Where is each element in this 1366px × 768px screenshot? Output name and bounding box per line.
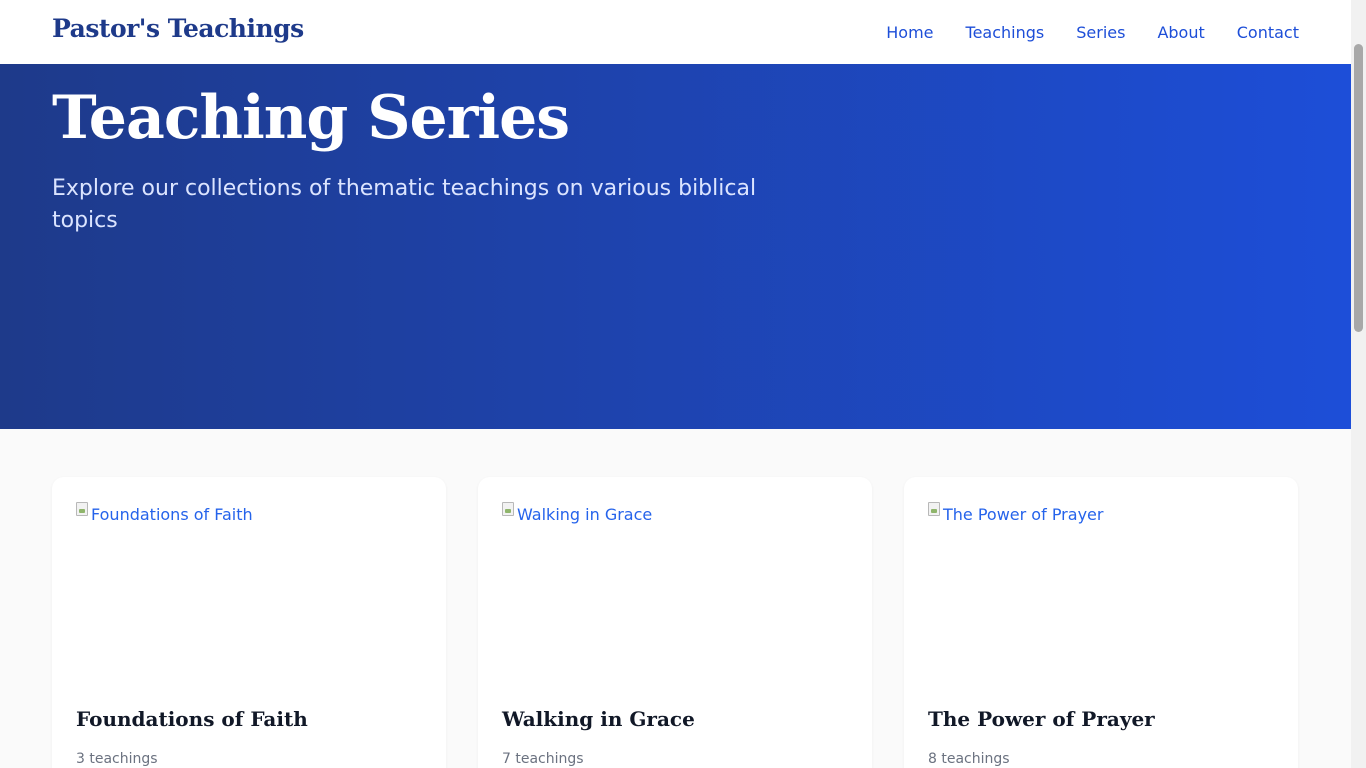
image-alt-text: Foundations of Faith [91,505,253,524]
nav-teachings-link[interactable]: Teachings [966,23,1045,42]
series-card-the-power-of-prayer[interactable]: The Power of Prayer The Power of Prayer … [904,477,1298,768]
scrollbar-thumb[interactable] [1354,44,1363,332]
broken-image-icon [76,502,88,516]
page-subtitle: Explore our collections of thematic teac… [52,176,757,233]
teaching-count: 3 teachings [76,751,158,767]
series-image[interactable]: The Power of Prayer [928,501,1274,681]
nav-series-link[interactable]: Series [1076,23,1125,42]
site-header: Pastor's Teachings Home Teachings Series… [0,0,1351,64]
nav-contact-link[interactable]: Contact [1237,23,1299,42]
page-title: Teaching Series [52,83,570,153]
site-logo[interactable]: Pastor's Teachings [52,14,304,43]
main-nav: Home Teachings Series About Contact [886,0,1299,64]
teaching-count: 8 teachings [928,751,1010,767]
page-scrollbar[interactable] [1351,0,1366,768]
teaching-count: 7 teachings [502,751,584,767]
series-image[interactable]: Walking in Grace [502,501,848,681]
image-alt-text: The Power of Prayer [943,505,1104,524]
nav-about-link[interactable]: About [1157,23,1204,42]
image-alt-text: Walking in Grace [517,505,653,524]
broken-image-icon [502,502,514,516]
series-title[interactable]: Foundations of Faith [76,707,308,731]
series-card-foundations-of-faith[interactable]: Foundations of Faith Foundations of Fait… [52,477,446,768]
series-image[interactable]: Foundations of Faith [76,501,422,681]
series-title[interactable]: The Power of Prayer [928,707,1155,731]
nav-home-link[interactable]: Home [886,23,933,42]
broken-image-icon [928,502,940,516]
series-title[interactable]: Walking in Grace [502,707,695,731]
series-grid: Foundations of Faith Foundations of Fait… [52,477,1299,768]
series-card-walking-in-grace[interactable]: Walking in Grace Walking in Grace 7 teac… [478,477,872,768]
page: Pastor's Teachings Home Teachings Series… [0,0,1351,768]
hero-banner: Teaching Series Explore our collections … [0,64,1351,429]
